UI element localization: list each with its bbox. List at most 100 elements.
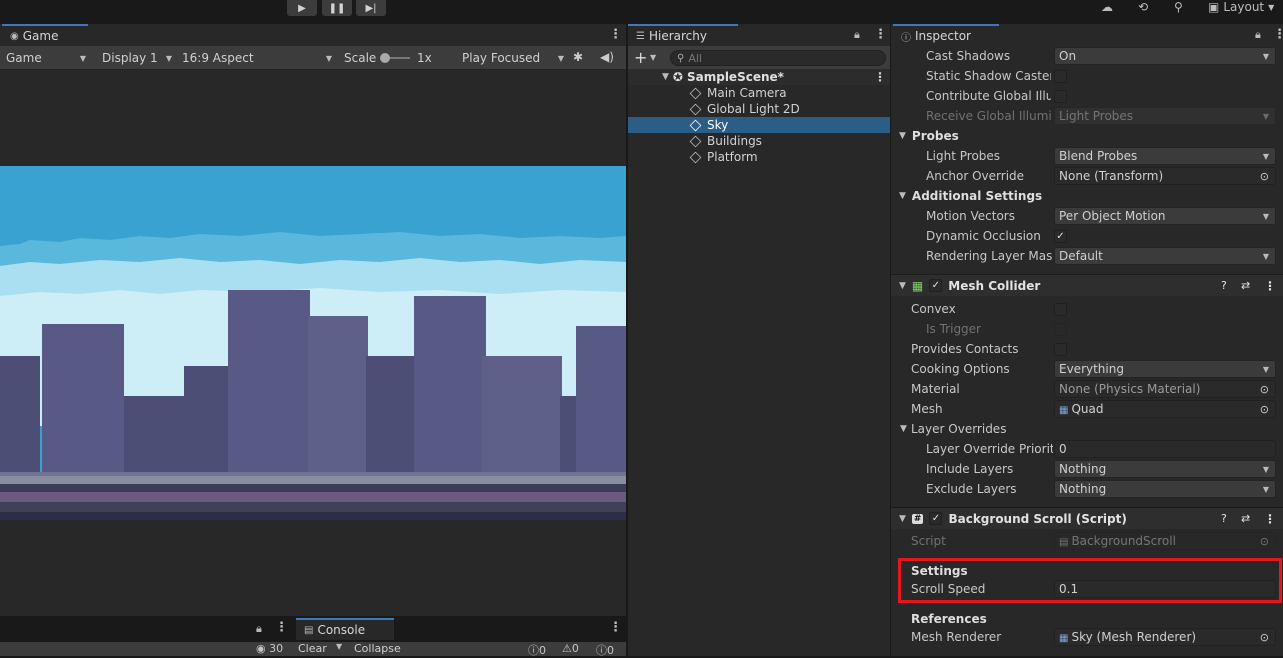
step-button[interactable]: ▶| xyxy=(356,0,386,16)
mesh-field[interactable]: ▦ Quad ⊙ xyxy=(1054,400,1276,418)
hierarchy-item-sky[interactable]: Sky xyxy=(628,117,890,133)
hierarchy-item-main-camera[interactable]: Main Camera xyxy=(628,85,890,101)
hierarchy-item-platform[interactable]: Platform xyxy=(628,149,890,165)
rendering-layer-mask-select[interactable]: Default ▼ xyxy=(1054,247,1276,265)
gameobject-icon xyxy=(689,87,702,99)
object-picker-icon[interactable]: ⊙ xyxy=(1260,631,1269,644)
mesh-collider-header[interactable]: ▼ ▦ ✓ Mesh Collider ? ⇄ ⋮ xyxy=(891,274,1283,296)
game-panel: ◉ Game ⋮ Game ▼ Display 1 ▼ 16:9 Aspect ▼ Sc… xyxy=(0,24,626,616)
object-picker-icon[interactable]: ⊙ xyxy=(1260,383,1269,396)
hierarchy-menu-icon[interactable]: ⋮ xyxy=(874,27,887,42)
warning-count[interactable]: ⚠0 xyxy=(562,642,579,655)
visibility-count[interactable]: ◉ 30 xyxy=(256,642,283,655)
layer-override-priority-row: Layer Override Priority 0 xyxy=(891,439,1283,459)
foldout-arrow-icon: ▼ xyxy=(899,131,906,141)
contribute-gi-label: Contribute Global Illun xyxy=(926,89,1051,103)
panel-menu-icon[interactable]: ⋮ xyxy=(275,620,288,635)
list-icon: ☰ xyxy=(636,30,645,42)
error-count-value: 0 xyxy=(607,644,614,657)
layout-label: Layout xyxy=(1223,0,1265,14)
component-menu-icon[interactable]: ⋮ xyxy=(1264,279,1276,293)
play-mode-select[interactable]: Play Focused ▼ xyxy=(458,49,568,67)
scale-value: 1x xyxy=(417,51,432,65)
convex-checkbox[interactable] xyxy=(1054,302,1067,316)
add-icon[interactable]: + xyxy=(634,48,647,67)
include-layers-row: Include Layers Nothing ▼ xyxy=(891,459,1283,479)
lock-icon[interactable]: 🔒︎ xyxy=(256,622,262,636)
inspector-menu-icon[interactable]: ⋮ xyxy=(1273,27,1283,42)
help-icon[interactable]: ? xyxy=(1221,279,1227,292)
hierarchy-item-label: Main Camera xyxy=(707,86,787,100)
collapse-button[interactable]: Collapse xyxy=(354,642,401,655)
mesh-collider-enabled-checkbox[interactable]: ✓ xyxy=(929,279,943,292)
clear-dropdown-icon[interactable]: ▼ xyxy=(336,642,342,651)
cast-shadows-select[interactable]: On ▼ xyxy=(1054,47,1276,65)
tab-game[interactable]: ◉ Game xyxy=(2,24,88,46)
motion-vectors-select[interactable]: Per Object Motion ▼ xyxy=(1054,207,1276,225)
material-field[interactable]: None (Physics Material) ⊙ xyxy=(1054,380,1276,398)
layer-overrides-label: Layer Overrides xyxy=(911,422,1007,436)
static-shadow-caster-row: Static Shadow Caster xyxy=(891,66,1283,86)
layout-dropdown[interactable]: ▣ Layout ▼ xyxy=(1208,0,1274,14)
audio-icon[interactable]: ◀) xyxy=(600,50,614,64)
object-picker-icon[interactable]: ⊙ xyxy=(1260,170,1269,183)
tab-hierarchy[interactable]: ☰ Hierarchy xyxy=(628,24,738,46)
lock-icon[interactable]: 🔒︎ xyxy=(1255,28,1261,42)
scale-slider-handle[interactable] xyxy=(380,53,390,63)
clear-button[interactable]: Clear xyxy=(298,642,327,655)
static-shadow-caster-label: Static Shadow Caster xyxy=(926,69,1051,83)
add-dropdown-icon[interactable]: ▼ xyxy=(650,53,656,62)
probes-header[interactable]: ▼ Probes xyxy=(891,126,1283,146)
mesh-label: Mesh xyxy=(911,402,943,416)
scene-root[interactable]: ▼ ✪ SampleScene* ⋮ xyxy=(628,69,890,85)
hierarchy-item-global-light[interactable]: Global Light 2D xyxy=(628,101,890,117)
anchor-override-field[interactable]: None (Transform) ⊙ xyxy=(1054,167,1276,185)
component-menu-icon[interactable]: ⋮ xyxy=(1264,512,1276,526)
script-row: Script ▤ BackgroundScroll ⊙ xyxy=(891,531,1283,551)
lock-icon[interactable]: 🔒︎ xyxy=(854,28,860,42)
cooking-options-select[interactable]: Everything ▼ xyxy=(1054,360,1276,378)
exclude-layers-select[interactable]: Nothing ▼ xyxy=(1054,480,1276,498)
tab-inspector[interactable]: ⓘ Inspector xyxy=(893,24,999,46)
pause-button[interactable]: ❚❚ xyxy=(322,0,352,16)
layer-override-priority-input[interactable]: 0 xyxy=(1054,440,1276,458)
search-icon[interactable]: ⚲ xyxy=(1174,0,1183,14)
highlight-box xyxy=(898,558,1282,603)
layer-overrides-row[interactable]: ▼ Layer Overrides xyxy=(891,419,1283,439)
expand-arrow-icon[interactable]: ▼ xyxy=(662,72,669,82)
motion-vectors-value: Per Object Motion xyxy=(1059,209,1166,223)
display-select[interactable]: Display 1 ▼ xyxy=(98,49,176,67)
play-button[interactable]: ▶ xyxy=(287,0,317,16)
include-layers-select[interactable]: Nothing ▼ xyxy=(1054,460,1276,478)
console-menu-icon[interactable]: ⋮ xyxy=(609,620,622,635)
provides-contacts-checkbox[interactable] xyxy=(1054,342,1067,356)
hierarchy-item-buildings[interactable]: Buildings xyxy=(628,133,890,149)
bug-icon[interactable]: ✱ xyxy=(573,50,583,64)
mesh-renderer-field[interactable]: ▦ Sky (Mesh Renderer) ⊙ xyxy=(1054,628,1276,646)
play-mode-value: Play Focused xyxy=(462,51,541,65)
game-menu-icon[interactable]: ⋮ xyxy=(609,27,622,42)
background-scroll-enabled-checkbox[interactable]: ✓ xyxy=(929,512,943,525)
preset-icon[interactable]: ⇄ xyxy=(1241,279,1250,292)
history-icon[interactable]: ⟲ xyxy=(1138,0,1148,14)
view-select[interactable]: Game ▼ xyxy=(2,49,90,67)
help-icon[interactable]: ? xyxy=(1221,512,1227,525)
hierarchy-search[interactable]: ⚲ All xyxy=(670,50,886,66)
game-viewport[interactable] xyxy=(0,70,626,616)
script-label: Script xyxy=(911,534,946,548)
static-shadow-caster-checkbox[interactable] xyxy=(1054,69,1067,83)
light-probes-select[interactable]: Blend Probes ▼ xyxy=(1054,147,1276,165)
scene-menu-icon[interactable]: ⋮ xyxy=(874,70,886,84)
cloud-icon[interactable]: ☁ xyxy=(1101,0,1113,14)
additional-settings-header[interactable]: ▼ Additional Settings xyxy=(891,186,1283,206)
aspect-select[interactable]: 16:9 Aspect ▼ xyxy=(178,49,336,67)
object-picker-icon[interactable]: ⊙ xyxy=(1260,403,1269,416)
background-scroll-header[interactable]: ▼ # ✓ Background Scroll (Script) ? ⇄ ⋮ xyxy=(891,507,1283,529)
contribute-gi-checkbox[interactable] xyxy=(1054,89,1067,103)
dynamic-occlusion-checkbox[interactable]: ✓ xyxy=(1054,229,1067,243)
visibility-count-value: 30 xyxy=(269,642,284,655)
probes-header-label: Probes xyxy=(911,129,959,143)
tab-console[interactable]: ▤ Console xyxy=(296,618,394,640)
preset-icon[interactable]: ⇄ xyxy=(1241,512,1250,525)
provides-contacts-row: Provides Contacts xyxy=(891,339,1283,359)
